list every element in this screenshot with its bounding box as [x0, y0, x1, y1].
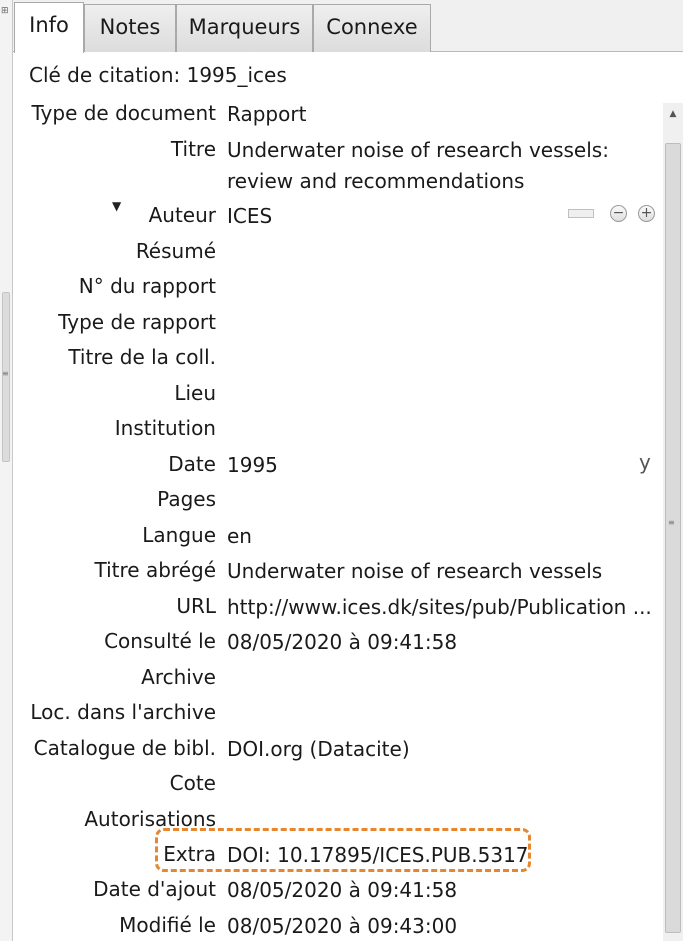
field-row-report-type: Type de rapport — [13, 308, 663, 342]
field-row-abstract: Résumé — [13, 237, 663, 271]
scroll-thumb[interactable] — [665, 143, 681, 933]
field-row-date-added: Date d'ajout 08/05/2020 à 09:41:58 — [13, 875, 663, 909]
field-label: Type de rapport — [58, 310, 216, 334]
accessed-value[interactable]: 08/05/2020 à 09:41:58 — [227, 627, 657, 658]
field-label: Pages — [157, 487, 216, 511]
tab-connexe[interactable]: Connexe — [313, 4, 431, 52]
field-row-archive: Archive — [13, 663, 663, 697]
field-row-title: Titre Underwater noise of research vesse… — [13, 135, 663, 199]
field-row-pages: Pages — [13, 485, 663, 519]
scroll-up-arrow-icon[interactable]: ▲ — [667, 109, 679, 119]
field-mode-switch-icon[interactable] — [568, 209, 594, 218]
field-label: Loc. dans l'archive — [30, 700, 216, 724]
grip-icon: ≡ — [2, 369, 9, 378]
field-label: Modifié le — [119, 913, 216, 937]
field-row-item-type: Type de document Rapport — [13, 99, 663, 133]
field-label: Auteur — [148, 203, 216, 227]
field-label: Date d'ajout — [93, 877, 216, 901]
vertical-scrollbar[interactable]: ▲ ≡ — [663, 103, 683, 941]
library-catalog-value[interactable]: DOI.org (Datacite) — [227, 734, 657, 765]
field-label: Langue — [142, 523, 216, 547]
field-row-accessed: Consulté le 08/05/2020 à 09:41:58 — [13, 627, 663, 661]
field-row-short-title: Titre abrégé Underwater noise of researc… — [13, 556, 663, 590]
field-label: Catalogue de bibl. — [33, 736, 216, 760]
left-pane-splitter[interactable]: ⊞ ≡ — [0, 0, 13, 941]
field-row-language: Langue en — [13, 521, 663, 555]
field-label: Institution — [114, 416, 216, 440]
field-label: Consulté le — [104, 629, 216, 653]
field-label: Lieu — [174, 381, 216, 405]
extra-value[interactable]: DOI: 10.17895/ICES.PUB.5317 — [227, 840, 657, 871]
field-label: Type de document — [31, 101, 216, 125]
title-value[interactable]: Underwater noise of research vessels: re… — [227, 135, 632, 197]
item-type-value[interactable]: Rapport — [227, 99, 657, 130]
field-row-library-catalog: Catalogue de bibl. DOI.org (Datacite) — [13, 734, 663, 768]
pane-toggle-icon[interactable]: ⊞ — [1, 6, 11, 16]
tab-notes[interactable]: Notes — [84, 4, 176, 52]
field-label: Résumé — [135, 239, 216, 263]
tab-bar: Info Notes Marqueurs Connexe — [13, 0, 683, 53]
field-label: Autorisations — [84, 807, 216, 831]
short-title-value[interactable]: Underwater noise of research vessels — [227, 556, 657, 587]
field-label: Extra — [163, 842, 216, 866]
language-value[interactable]: en — [227, 521, 657, 552]
tab-info[interactable]: Info — [14, 2, 84, 53]
citation-key: Clé de citation: 1995_ices — [29, 63, 287, 87]
field-row-place: Lieu — [13, 379, 663, 413]
field-row-series-title: Titre de la coll. — [13, 343, 663, 377]
date-added-value: 08/05/2020 à 09:41:58 — [227, 878, 458, 902]
field-label: URL — [176, 594, 216, 618]
field-label: Titre de la coll. — [68, 345, 216, 369]
field-row-extra: Extra DOI: 10.17895/ICES.PUB.5317 — [13, 840, 663, 874]
field-label: Date — [168, 452, 216, 476]
field-row-modified: Modifié le 08/05/2020 à 09:43:00 — [13, 911, 663, 945]
plus-circle-icon[interactable]: + — [638, 205, 655, 222]
minus-circle-icon[interactable]: − — [610, 205, 627, 222]
field-row-rights: Autorisations — [13, 805, 663, 839]
field-row-call-number: Cote — [13, 769, 663, 803]
field-label: Cote — [169, 771, 216, 795]
field-label: Archive — [141, 665, 216, 689]
author-value[interactable]: ICES — [227, 201, 527, 232]
field-row-url: URL http://www.ices.dk/sites/pub/Publica… — [13, 592, 663, 626]
date-order-indicator[interactable]: y — [639, 450, 651, 474]
field-row-report-number: N° du rapport — [13, 272, 663, 306]
field-label: Titre abrégé — [94, 558, 216, 582]
modified-value: 08/05/2020 à 09:43:00 — [227, 914, 458, 938]
field-row-author: ▼ Auteur ICES − + — [13, 199, 663, 235]
triangle-down-icon[interactable]: ▼ — [112, 199, 121, 213]
field-row-institution: Institution — [13, 414, 663, 448]
tab-marqueurs[interactable]: Marqueurs — [176, 4, 313, 52]
item-info-pane: Clé de citation: 1995_ices Type de docum… — [13, 53, 663, 941]
field-label: N° du rapport — [78, 274, 216, 298]
field-label: Titre — [170, 137, 216, 161]
field-row-date: Date 1995 y — [13, 450, 663, 484]
date-value[interactable]: 1995 — [227, 450, 607, 481]
field-row-archive-location: Loc. dans l'archive — [13, 698, 663, 732]
url-value[interactable]: http://www.ices.dk/sites/pub/Publication… — [227, 592, 657, 623]
grip-icon: ≡ — [668, 518, 675, 527]
